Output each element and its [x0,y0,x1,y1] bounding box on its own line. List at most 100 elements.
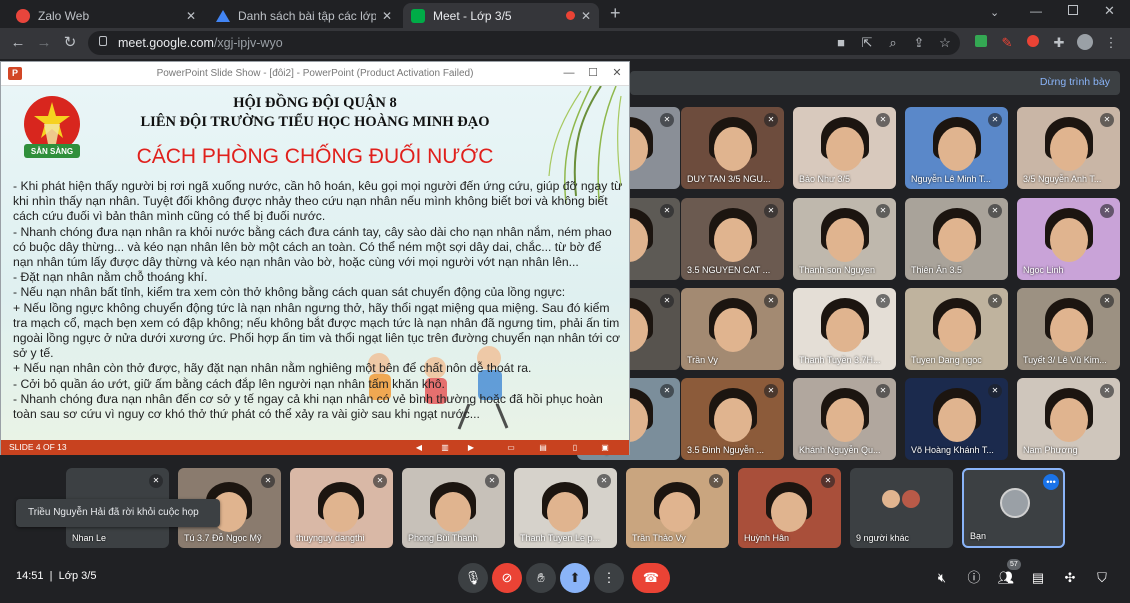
previous-slide-icon[interactable]: ◀ [413,442,425,453]
mic-muted-icon: ✕ [988,113,1002,127]
participant-tile[interactable]: ✕ Võ Hoàng Khánh T... [905,378,1008,460]
people-icon[interactable]: 👥︎ 57 [996,559,1021,588]
reading-view-icon[interactable]: ▤ [537,442,549,453]
participant-tile[interactable]: ✕ Khánh Nguyễn Qu... [793,378,896,460]
avatar [902,490,920,508]
camera-indicator-icon[interactable]: ■ [832,34,850,52]
open-external-icon[interactable]: ⇱ [858,34,876,52]
tab-assignments[interactable]: Danh sách bài tập các lớp ✕ [208,3,400,28]
back-arrow-icon[interactable]: ← [8,33,28,53]
self-tile[interactable]: ••• Bạn [962,468,1065,548]
participant-tile[interactable]: ✕ Tuyết 3/ Lê Vũ Kim... [1017,288,1120,370]
participant-tile[interactable]: ✕ 3.5 NGUYEN CAT ... [681,198,784,280]
profile-avatar[interactable] [1076,34,1094,52]
ppt-close-icon[interactable]: ✕ [607,65,627,81]
close-tab-icon[interactable]: ✕ [186,9,196,23]
tab-title: Zalo Web [38,8,90,23]
more-options-icon[interactable]: ••• [1043,474,1059,490]
participant-face [323,492,359,532]
camera-off-button[interactable]: ⊘ [492,563,522,593]
tab-zalo[interactable]: Zalo Web ✕ [8,3,204,28]
lock-icon [99,36,107,46]
extension-red-icon[interactable]: ✎ [998,34,1016,52]
mic-muted-icon: ✕ [1100,294,1114,308]
participant-tile[interactable]: ✕ Ngọc Linh [1017,198,1120,280]
zoom-icon[interactable]: ⌕ [884,34,902,52]
participant-tile[interactable]: ✕ Trần Vy [681,288,784,370]
close-window-icon[interactable]: ✕ [1104,3,1115,19]
participant-name: Bảo Như 3/5 [799,174,851,184]
participant-face [937,398,976,442]
participant-tile[interactable]: ✕ Huỳnh Hân [738,468,841,548]
mic-muted-icon: ✕ [485,474,499,488]
participant-face [659,492,695,532]
participant-tile[interactable]: ✕ Nguyễn Lê Minh T... [905,107,1008,189]
participant-tile[interactable]: ✕ 3.5 Đinh Nguyễn ... [681,378,784,460]
participant-tile[interactable]: ✕ Thanh Tuyền 3.7H... [793,288,896,370]
participant-face [713,308,752,352]
extension-block-icon[interactable] [1024,34,1042,52]
participant-tile[interactable]: ✕ Phong Bùi Thanh [402,468,505,548]
mic-muted-icon: ✕ [876,113,890,127]
slide-body: - Khi phát hiện thấy người bị rơi ngã xu… [13,179,625,422]
participant-tile[interactable]: ✕ Thanh Tuyen Le p... [514,468,617,548]
mic-muted-icon: ✕ [876,204,890,218]
new-tab-button[interactable]: + [610,3,621,24]
participant-tile[interactable]: ✕ 3/5 Nguyễn Anh T... [1017,107,1120,189]
leave-call-button[interactable]: ☎︎ [632,563,670,593]
ppt-maximize-icon[interactable]: ☐ [583,65,603,81]
forward-arrow-icon[interactable]: → [34,33,54,53]
stop-presenting-button[interactable]: Dừng trình bày [1040,76,1110,88]
restore-window-icon[interactable] [1068,5,1078,15]
tab-meet[interactable]: Meet - Lớp 3/5 ✕ [403,3,599,28]
share-icon[interactable]: ⇪ [910,34,928,52]
bookmark-star-icon[interactable]: ☆ [936,34,954,52]
participant-face [713,127,752,171]
host-controls-icon[interactable]: ⛉ [1092,568,1112,588]
participant-tile[interactable]: ✕ Nam Phương [1017,378,1120,460]
close-tab-icon[interactable]: ✕ [581,9,591,23]
ppt-minimize-icon[interactable]: — [559,65,579,81]
participant-name: 3.5 Đinh Nguyễn ... [687,445,765,455]
mic-muted-icon: ✕ [764,294,778,308]
microphone-button[interactable]: 🎙︎ [458,563,488,593]
activities-icon[interactable]: ✣ [1060,568,1080,588]
tab-search-icon[interactable]: ⌄ [990,6,999,19]
reload-icon[interactable]: ↻ [60,33,80,53]
slide-counter: SLIDE 4 OF 13 [9,442,67,452]
participant-name: Tú 3.7 Đỗ Ngọc Mỹ [184,533,262,543]
slide-paragraph: - Nhanh chóng đưa nạn nhân ra khỏi nước … [13,224,612,270]
powerpoint-window[interactable]: P PowerPoint Slide Show - [đôi2] - Power… [0,61,630,455]
participant-name: 3/5 Nguyễn Anh T... [1023,174,1102,184]
participant-tile[interactable]: ✕ thuynguy dangthi [290,468,393,548]
browser-menu-icon[interactable]: ⋮ [1102,34,1120,52]
others-tile[interactable]: 9 người khác [850,468,953,548]
participant-face [713,398,752,442]
participant-tile[interactable]: ✕ Tuyen Dang ngoc [905,288,1008,370]
participant-tile[interactable]: ✕ Trần Thảo Vy [626,468,729,548]
participant-tile[interactable]: ✕ Thiên Ân 3.5 [905,198,1008,280]
extensions-puzzle-icon[interactable]: ✚ [1050,34,1068,52]
participant-tile[interactable]: ✕ Bảo Như 3/5 [793,107,896,189]
presenter-view-icon[interactable]: ▣ [599,442,611,453]
normal-view-icon[interactable]: ▭ [505,442,517,453]
chat-icon[interactable]: ▤ [1028,568,1048,588]
raise-hand-button[interactable]: ✋︎ [526,563,556,593]
mic-muted-icon: ✕ [988,294,1002,308]
mute-all-icon[interactable]: 🔇︎ [932,568,952,588]
participant-face [1049,218,1088,262]
minimize-window-icon[interactable]: — [1030,4,1042,18]
more-options-button[interactable]: ⋮ [594,563,624,593]
mic-muted-icon: ✕ [764,384,778,398]
participant-tile[interactable]: ✕ DUY TAN 3/5 NGU... [681,107,784,189]
meeting-details-icon[interactable]: ⓘ [964,568,984,588]
close-tab-icon[interactable]: ✕ [382,9,392,23]
address-bar[interactable]: meet.google.com/xgj-ipjv-wyo ■ ⇱ ⌕ ⇪ ☆ [88,31,960,55]
powerpoint-titlebar: P PowerPoint Slide Show - [đôi2] - Power… [1,62,629,86]
slide-sorter-icon[interactable]: ▥ [439,442,451,453]
participant-tile[interactable]: ✕ Thanh son Nguyen [793,198,896,280]
book-view-icon[interactable]: ▯ [569,442,581,453]
present-now-button[interactable]: ⬆ [560,563,590,593]
extension-green-icon[interactable] [972,34,990,52]
next-slide-icon[interactable]: ▶ [465,442,477,453]
